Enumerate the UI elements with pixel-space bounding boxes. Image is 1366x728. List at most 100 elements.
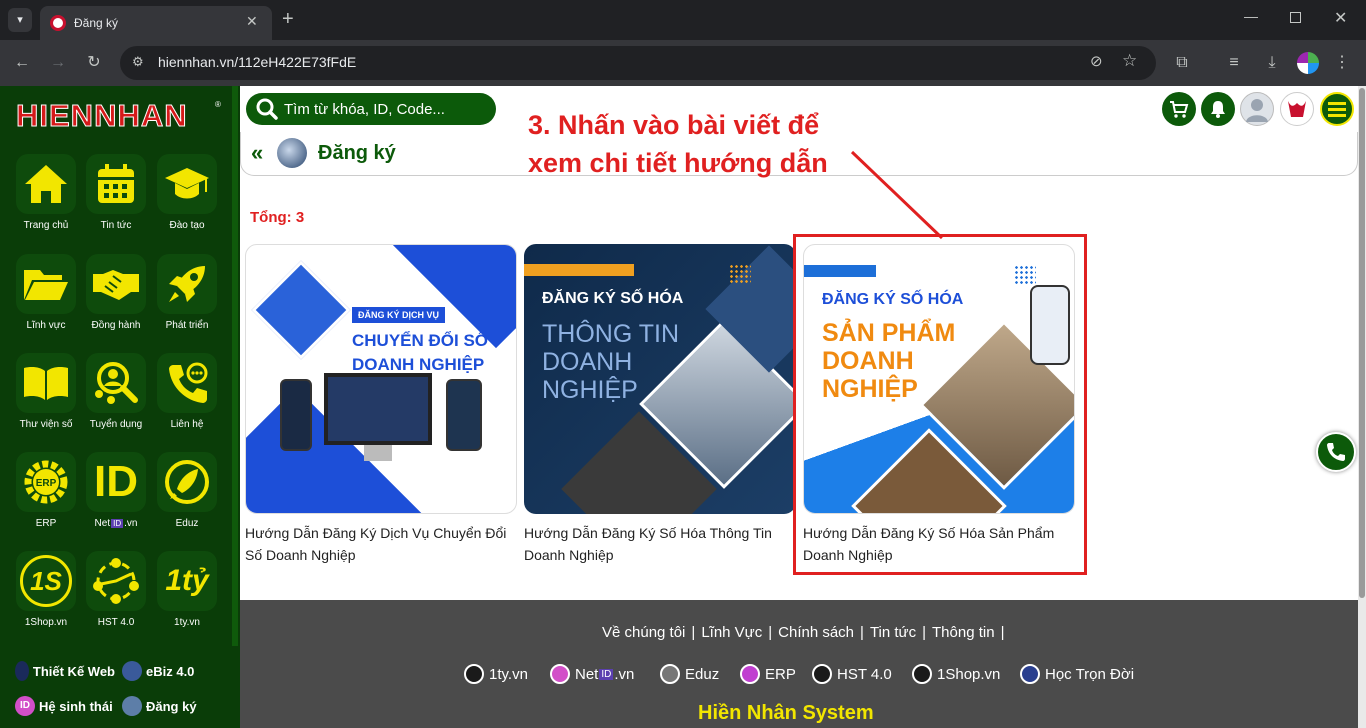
footer-site-lifelong[interactable]: Học Trọn Đời xyxy=(1020,664,1134,684)
new-tab-button[interactable]: + xyxy=(282,8,294,31)
article-title[interactable]: Hướng Dẫn Đăng Ký Số Hóa Sản Phẩm Doanh … xyxy=(803,522,1075,566)
sidebar-scrollbar[interactable] xyxy=(232,86,238,646)
hamburger-icon xyxy=(1328,102,1346,117)
footer-link-info[interactable]: Thông tin xyxy=(932,624,995,641)
search-placeholder[interactable]: Tìm từ khóa, ID, Code... xyxy=(284,101,445,118)
footer-site-hst[interactable]: HST 4.0 xyxy=(812,664,892,684)
app-1ty[interactable]: 1tỷ 1ty.vn xyxy=(156,551,218,641)
page-scrollbar[interactable] xyxy=(1358,86,1366,728)
app-partner[interactable]: Đồng hành xyxy=(85,254,147,344)
app-library[interactable]: Thư viện số xyxy=(15,353,77,443)
1ty-icon xyxy=(464,664,484,684)
web-icon xyxy=(15,661,29,681)
app-label: 1ty.vn xyxy=(174,617,200,628)
active-tab[interactable]: Đăng ký ✕ xyxy=(40,6,272,40)
register-icon xyxy=(122,696,142,716)
hiennhan-logo[interactable]: HIENNHAN xyxy=(16,98,188,134)
cart-button[interactable] xyxy=(1162,92,1196,126)
article-thumbnail[interactable]: ĐĂNG KÝ DỊCH VỤ CHUYỂN ĐỔI SỐ DOANH NGHIỆ… xyxy=(245,244,517,514)
rocket-icon xyxy=(1020,664,1040,684)
network-icon xyxy=(93,558,139,604)
address-bar[interactable]: ⚙ hiennhan.vn/112eH422E73fFdE ⊘ ☆ xyxy=(120,46,1156,80)
app-label: Đồng hành xyxy=(91,320,141,331)
sidebar-link-register[interactable]: Đăng ký xyxy=(122,696,197,716)
footer-brand: Hiền Nhân System xyxy=(698,702,874,724)
menu-button[interactable] xyxy=(1320,92,1354,126)
calendar-icon xyxy=(98,164,134,203)
app-1shop[interactable]: 1S 1Shop.vn xyxy=(15,551,77,641)
notification-button[interactable] xyxy=(1201,92,1235,126)
eye-off-icon[interactable]: ⊘ xyxy=(1090,52,1103,70)
article-title[interactable]: Hướng Dẫn Đăng Ký Dịch Vụ Chuyển Đổi Số … xyxy=(245,522,517,566)
app-label: Đào tạo xyxy=(169,220,205,231)
scrollbar-thumb[interactable] xyxy=(1359,88,1365,598)
recruit-icon xyxy=(95,362,138,404)
app-training[interactable]: Đào tạo xyxy=(156,154,218,244)
app-recruitment[interactable]: Tuyển dụng xyxy=(85,353,147,443)
article-card[interactable]: ĐĂNG KÝ SỐ HÓA THÔNG TIN DOANH NGHIỆP Hướn… xyxy=(524,244,796,574)
app-home[interactable]: Trang chủ xyxy=(15,154,77,244)
extensions-icon[interactable]: ⧉ xyxy=(1170,51,1194,75)
app-eduz[interactable]: Eduz xyxy=(156,452,218,542)
article-card[interactable]: ĐĂNG KÝ SỐ HÓA SẢN PHẨM DOANH NGHIỆP Hướng… xyxy=(803,244,1075,574)
footer-site-eduz[interactable]: Eduz xyxy=(660,664,719,684)
forward-icon[interactable]: → xyxy=(46,51,70,75)
footer-site-netid[interactable]: Net ID .vn xyxy=(550,664,634,684)
app-netid[interactable]: ID Net ID .vn xyxy=(85,452,147,542)
download-icon[interactable]: ⤓ xyxy=(1260,51,1284,75)
sidebar-link-ecosystem[interactable]: ID Hệ sinh thái xyxy=(15,696,115,716)
tab-search-button[interactable]: ▾ xyxy=(8,8,32,32)
1ty-icon: 1tỷ xyxy=(165,564,209,597)
graduation-cap-icon xyxy=(165,168,209,199)
footer-site-erp[interactable]: ERP xyxy=(740,664,796,684)
article-thumbnail[interactable]: ĐĂNG KÝ SỐ HÓA THÔNG TIN DOANH NGHIỆP xyxy=(524,244,796,514)
registered-mark: ® xyxy=(215,100,221,109)
sidebar-link-ebiz[interactable]: eBiz 4.0 xyxy=(122,661,194,681)
url-text[interactable]: hiennhan.vn/112eH422E73fFdE xyxy=(158,54,356,70)
app-growth[interactable]: Phát triển xyxy=(156,254,218,344)
back-icon[interactable]: ← xyxy=(10,51,34,75)
app-fields[interactable]: Lĩnh vực xyxy=(15,254,77,344)
footer-link-news[interactable]: Tin tức xyxy=(870,624,916,641)
article-card[interactable]: ĐĂNG KÝ DỊCH VỤ CHUYỂN ĐỔI SỐ DOANH NGHIỆ… xyxy=(245,244,517,574)
maximize-button[interactable] xyxy=(1290,12,1301,23)
id-icon xyxy=(550,664,570,684)
article-thumbnail[interactable]: ĐĂNG KÝ SỐ HÓA SẢN PHẨM DOANH NGHIỆP xyxy=(803,244,1075,514)
minimize-button[interactable]: — xyxy=(1244,8,1258,24)
sidebar-link-web-design[interactable]: Thiết Kế Web xyxy=(15,661,115,681)
footer-link-fields[interactable]: Lĩnh Vực xyxy=(701,624,762,641)
media-control-icon[interactable]: ≡ xyxy=(1222,51,1246,75)
footer-site-1shop[interactable]: 1Shop.vn xyxy=(912,664,1000,684)
site-info-icon[interactable]: ⚙ xyxy=(132,54,144,70)
footer-link-policy[interactable]: Chính sách xyxy=(778,624,854,641)
browser-menu-icon[interactable]: ⋮ xyxy=(1330,51,1354,75)
eduz-icon xyxy=(660,664,680,684)
web-page: HIENNHAN ® Trang chủ Tin tức Đào tạo Lĩn… xyxy=(0,86,1366,728)
back-chevron-icon[interactable]: « xyxy=(251,140,263,166)
app-label: Liên hệ xyxy=(170,419,204,430)
bookmark-star-icon[interactable]: ☆ xyxy=(1122,51,1137,71)
close-window-button[interactable]: ✕ xyxy=(1334,8,1347,28)
close-tab-icon[interactable]: ✕ xyxy=(246,13,258,30)
app-contact[interactable]: Liên hệ xyxy=(156,353,218,443)
reload-icon[interactable]: ↻ xyxy=(82,51,106,75)
user-avatar[interactable] xyxy=(1240,92,1274,126)
footer-link-about[interactable]: Về chúng tôi xyxy=(602,624,685,641)
profile-avatar[interactable] xyxy=(1297,52,1319,74)
footer-site-1ty[interactable]: 1ty.vn xyxy=(464,664,528,684)
app-news[interactable]: Tin tức xyxy=(85,154,147,244)
1shop-icon: 1S xyxy=(20,555,72,607)
article-title[interactable]: Hướng Dẫn Đăng Ký Số Hóa Thông Tin Doanh… xyxy=(524,522,796,566)
folder-icon xyxy=(24,270,68,300)
app-erp[interactable]: ERP ERP xyxy=(15,452,77,542)
app-label: Lĩnh vực xyxy=(26,320,66,331)
eduz-icon xyxy=(165,460,209,504)
ebiz-icon xyxy=(122,661,142,681)
app-hst[interactable]: HST 4.0 xyxy=(85,551,147,641)
tab-title: Đăng ký xyxy=(74,16,119,30)
brand-button[interactable] xyxy=(1280,92,1314,126)
handshake-icon xyxy=(93,270,139,300)
search-bar[interactable]: Tìm từ khóa, ID, Code... xyxy=(246,93,496,125)
app-label: Trang chủ xyxy=(23,220,69,231)
floating-call-button[interactable] xyxy=(1316,432,1356,472)
